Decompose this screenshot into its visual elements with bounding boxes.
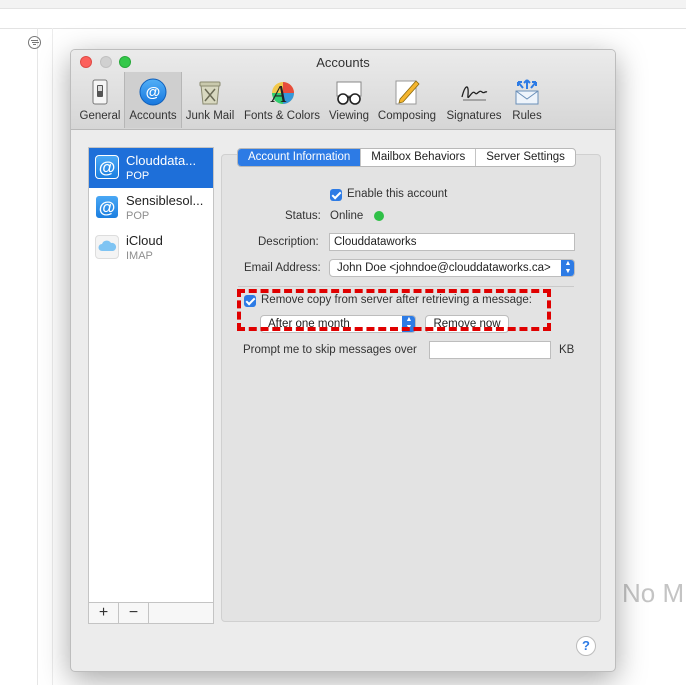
- general-switch-icon: [92, 79, 108, 105]
- account-item-icloud[interactable]: iCloud IMAP: [89, 228, 213, 268]
- toolbar-composing-label: Composing: [377, 110, 437, 122]
- svg-text:A: A: [270, 82, 287, 107]
- pencil-paper-icon: [395, 80, 420, 105]
- prompt-size-unit: KB: [559, 344, 575, 356]
- mail-sidebar-divider: [37, 28, 38, 685]
- toolbar-accounts-label: Accounts: [129, 110, 177, 122]
- account-name: iCloud: [126, 233, 163, 248]
- tab-mailbox-behaviors[interactable]: Mailbox Behaviors: [361, 149, 477, 166]
- no-message-selected-text: No M: [622, 578, 685, 608]
- toolbar-junk-mail-label: Junk Mail: [185, 110, 235, 122]
- remove-account-button[interactable]: −: [119, 603, 149, 623]
- status-value: Online: [330, 210, 364, 222]
- toolbar-general[interactable]: General: [76, 72, 124, 128]
- at-sign-icon: @: [95, 155, 119, 179]
- email-address-popup[interactable]: John Doe <johndoe@clouddataworks.ca> ▲ ▼: [329, 259, 575, 277]
- prompt-skip-label: Prompt me to skip messages over: [243, 344, 417, 356]
- toolbar-viewing[interactable]: Viewing: [325, 72, 373, 128]
- section-divider: [238, 286, 574, 287]
- filter-icon[interactable]: [28, 36, 41, 49]
- highlight-annotation: [237, 289, 551, 331]
- toolbar-signatures[interactable]: Signatures: [443, 72, 505, 128]
- account-type: POP: [126, 170, 150, 182]
- toolbar-signatures-label: Signatures: [446, 110, 502, 122]
- account-type: POP: [126, 210, 150, 222]
- account-list[interactable]: @ Clouddata... POP @ Sensiblesol... POP …: [88, 147, 214, 607]
- chevron-updown-icon: ▲ ▼: [561, 260, 574, 276]
- enable-account-checkbox[interactable]: [330, 189, 342, 201]
- account-details-panel: [221, 154, 601, 622]
- toolbar-fonts-colors[interactable]: A Fonts & Colors: [241, 72, 323, 128]
- add-account-button[interactable]: +: [89, 603, 119, 623]
- account-type: IMAP: [126, 250, 153, 262]
- glasses-icon: [336, 81, 362, 105]
- mail-list-divider: [52, 28, 53, 685]
- trash-can-icon: [199, 81, 221, 105]
- status-online-indicator: [374, 211, 384, 221]
- signature-icon: [461, 86, 488, 101]
- at-sign-icon: @: [139, 78, 167, 106]
- preferences-window: Accounts General @ Accounts Junk Mail A …: [70, 49, 616, 672]
- email-address-label: Email Address:: [244, 262, 321, 274]
- toolbar-fonts-colors-label: Fonts & Colors: [243, 110, 321, 122]
- description-field[interactable]: Clouddataworks: [329, 233, 575, 251]
- description-label: Description:: [258, 236, 319, 248]
- toolbar-rules-label: Rules: [512, 110, 542, 122]
- toolbar-viewing-label: Viewing: [328, 110, 370, 122]
- toolbar-rules[interactable]: Rules: [505, 72, 549, 128]
- account-item-clouddataworks[interactable]: @ Clouddata... POP: [89, 148, 213, 188]
- mail-toolbar-divider: [0, 28, 686, 29]
- svg-text:@: @: [146, 84, 161, 101]
- font-color-icon: A: [270, 82, 294, 107]
- account-item-sensiblesol[interactable]: @ Sensiblesol... POP: [89, 188, 213, 228]
- at-sign-icon: @: [95, 195, 119, 219]
- account-name: Clouddata...: [126, 153, 197, 168]
- account-tabs: Account Information Mailbox Behaviors Se…: [237, 148, 576, 167]
- toolbar-composing[interactable]: Composing: [375, 72, 439, 128]
- enable-account-label: Enable this account: [347, 188, 448, 200]
- email-address-value: John Doe <johndoe@clouddataworks.ca>: [337, 262, 551, 274]
- mail-window-titlebar: [0, 0, 686, 9]
- account-list-footer: + −: [88, 602, 214, 624]
- help-button[interactable]: ?: [576, 636, 596, 656]
- rules-envelope-icon: [515, 79, 539, 105]
- status-label: Status:: [285, 210, 321, 222]
- tab-account-information[interactable]: Account Information: [238, 149, 362, 166]
- icloud-icon: [95, 235, 119, 259]
- window-toolbar: Accounts General @ Accounts Junk Mail A …: [71, 50, 615, 130]
- account-name: Sensiblesol...: [126, 193, 204, 208]
- toolbar-general-label: General: [79, 110, 121, 122]
- toolbar-junk-mail[interactable]: Junk Mail: [182, 72, 238, 128]
- toolbar-accounts[interactable]: @ Accounts: [124, 72, 182, 128]
- prompt-size-field[interactable]: [429, 341, 551, 359]
- window-title: Accounts: [316, 55, 370, 70]
- tab-server-settings[interactable]: Server Settings: [476, 149, 575, 166]
